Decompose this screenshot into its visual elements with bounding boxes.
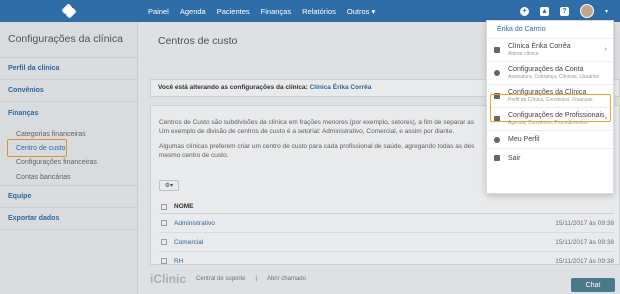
nav-relatorios[interactable]: Relatórios bbox=[302, 7, 336, 16]
logout-icon bbox=[494, 155, 500, 161]
menu-item-my-profile[interactable]: Meu Perfil bbox=[487, 131, 613, 149]
nav-agenda[interactable]: Agenda bbox=[180, 7, 206, 16]
menu-item-title: Sair bbox=[508, 154, 521, 162]
menu-item-title: Clínica Érika Corrêa bbox=[508, 43, 571, 50]
nav-painel[interactable]: Painel bbox=[148, 7, 169, 16]
chat-label: Chat bbox=[585, 281, 601, 289]
user-icon bbox=[494, 136, 500, 143]
highlight-box bbox=[490, 94, 611, 122]
nav-pacientes[interactable]: Pacientes bbox=[217, 7, 250, 16]
logo[interactable] bbox=[0, 0, 138, 22]
menu-item-title: Configurações da Conta bbox=[508, 66, 584, 73]
nav-financas[interactable]: Finanças bbox=[261, 7, 291, 16]
menu-item-logout[interactable]: Sair bbox=[487, 149, 613, 167]
help-icon[interactable]: ? bbox=[559, 6, 569, 16]
chevron-down-icon: ▾ bbox=[371, 6, 376, 16]
menu-item-account-settings[interactable]: Configurações da Conta Assinatura, Cobra… bbox=[487, 62, 613, 85]
clinic-icon bbox=[494, 47, 500, 53]
avatar-chevron-down-icon[interactable]: ▾ bbox=[605, 8, 608, 15]
chat-button[interactable]: Chat bbox=[571, 278, 615, 292]
add-icon[interactable]: + bbox=[519, 6, 529, 16]
chevron-right-icon: › bbox=[604, 46, 607, 53]
dropdown-user-name: Érika do Carmo bbox=[487, 21, 613, 39]
top-navbar: Painel Agenda Pacientes Finanças Relatór… bbox=[0, 0, 620, 22]
menu-item-switch-clinic[interactable]: Clínica Érika Corrêa Alterar clínica › bbox=[487, 39, 613, 62]
top-icons: + ▲ ? ▾ bbox=[519, 0, 608, 22]
main-nav: Painel Agenda Pacientes Finanças Relatór… bbox=[148, 0, 375, 22]
menu-item-subtitle: Assinatura, Cobrança, Clínicas, Usuários bbox=[508, 74, 600, 80]
menu-item-subtitle: Alterar clínica bbox=[508, 51, 539, 57]
nav-outros[interactable]: Outros ▾ bbox=[347, 7, 375, 16]
notification-bell-icon[interactable]: ▲ bbox=[539, 6, 549, 16]
nav-outros-label: Outros bbox=[346, 6, 370, 16]
avatar[interactable] bbox=[579, 4, 594, 18]
gear-icon bbox=[494, 70, 500, 76]
menu-item-title: Meu Perfil bbox=[508, 136, 540, 143]
iclinic-logo-icon bbox=[61, 3, 77, 19]
